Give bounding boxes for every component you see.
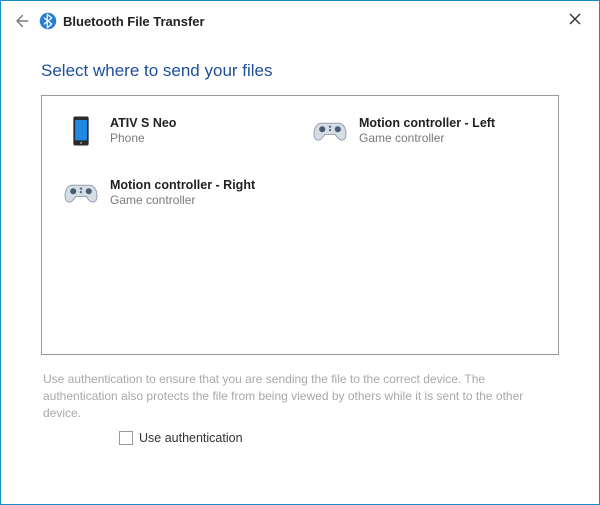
authentication-label: Use authentication (139, 431, 243, 445)
device-name: Motion controller - Right (110, 178, 255, 193)
device-type: Game controller (110, 193, 255, 207)
authentication-checkbox[interactable] (119, 431, 133, 445)
gamepad-icon (311, 112, 349, 150)
back-button[interactable] (11, 11, 31, 31)
device-name: ATIV S Neo (110, 116, 176, 131)
main-content: Select where to send your files ATIV S N… (1, 31, 599, 445)
device-item-controller-right[interactable]: Motion controller - Right Game controlle… (60, 172, 299, 214)
window-title: Bluetooth File Transfer (63, 14, 205, 29)
phone-icon (62, 112, 100, 150)
close-button[interactable] (565, 9, 585, 29)
bluetooth-icon (39, 12, 57, 30)
device-grid: ATIV S Neo Phone Motion controller - Lef… (60, 110, 548, 214)
close-icon (569, 13, 581, 25)
authentication-note: Use authentication to ensure that you ar… (41, 371, 559, 421)
back-arrow-icon (13, 13, 29, 29)
device-item-controller-left[interactable]: Motion controller - Left Game controller (309, 110, 548, 152)
device-list-box: ATIV S Neo Phone Motion controller - Lef… (41, 95, 559, 355)
authentication-row: Use authentication (119, 431, 559, 445)
gamepad-icon (62, 174, 100, 212)
header: Bluetooth File Transfer (1, 1, 599, 31)
device-type: Game controller (359, 131, 495, 145)
instruction-text: Select where to send your files (41, 61, 559, 81)
device-name: Motion controller - Left (359, 116, 495, 131)
device-type: Phone (110, 131, 176, 145)
device-item-phone[interactable]: ATIV S Neo Phone (60, 110, 299, 152)
